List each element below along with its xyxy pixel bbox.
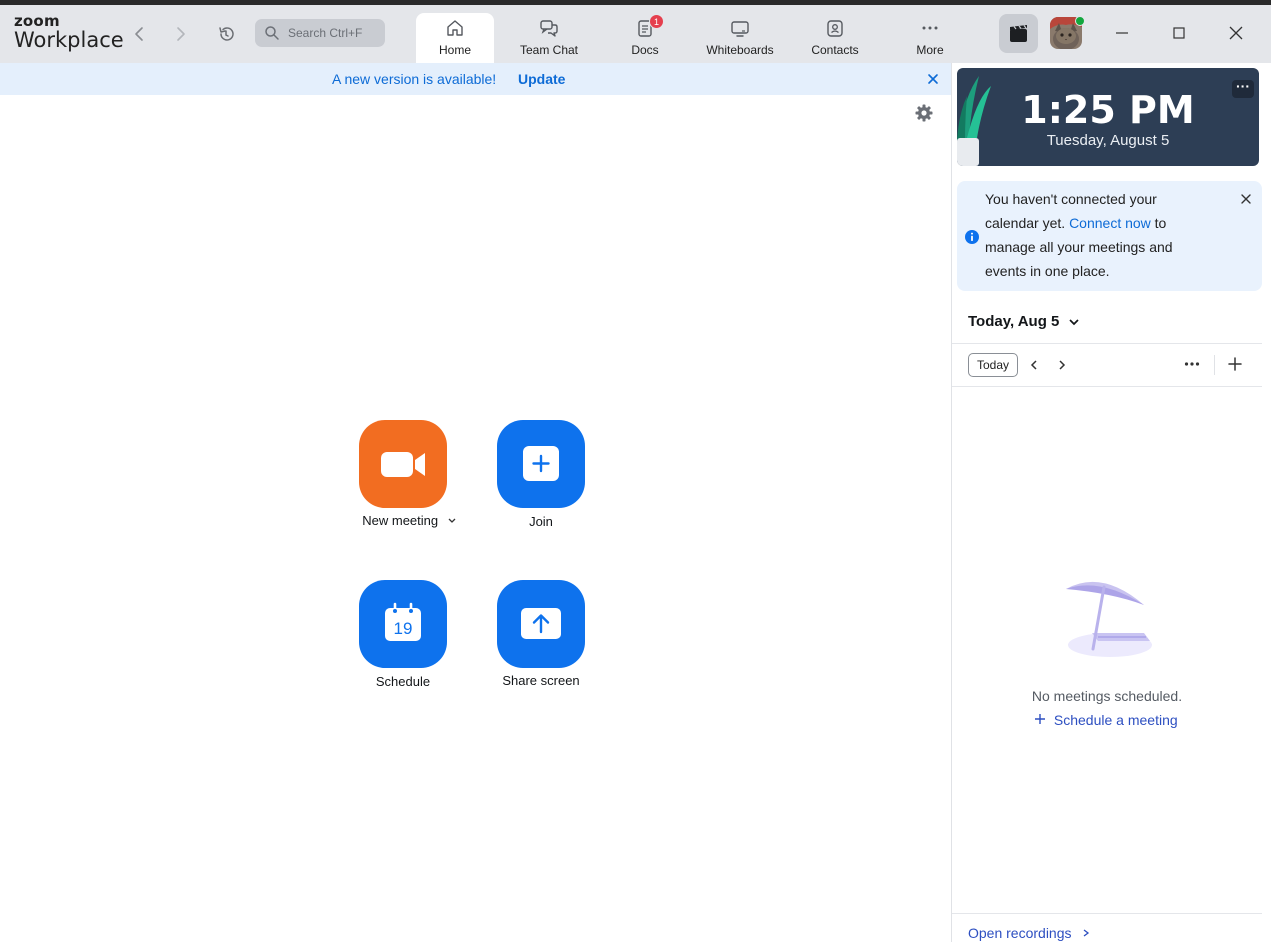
whiteboard-icon [731,21,749,37]
calendar-icon: 19 [385,602,421,641]
schedule-meeting-link[interactable]: Schedule a meeting [1034,712,1178,728]
logo-top-text: zoom [14,12,60,30]
divider [952,386,1262,387]
tab-whiteboards-label: Whiteboards [706,43,774,57]
tab-contacts[interactable]: Contacts [796,13,874,63]
tab-whiteboards[interactable]: Whiteboards [701,13,779,63]
share-screen-label: Share screen [502,673,580,688]
divider [1214,355,1215,375]
close-window-icon[interactable] [1228,25,1244,41]
update-link[interactable]: Update [518,71,565,87]
clapperboard-icon [1010,25,1027,42]
clock-date: Tuesday, August 5 [1046,132,1170,149]
no-meetings-text: No meetings scheduled. [1031,688,1183,704]
clock-time: 1:25 PM [1021,88,1195,132]
share-upload-icon [521,608,561,639]
plus-icon [523,446,559,481]
open-recordings-link[interactable]: Open recordings [968,925,1091,941]
tab-contacts-label: Contacts [811,43,859,57]
chat-icon [540,20,558,37]
maximize-icon[interactable] [1171,25,1187,41]
chevron-down-icon[interactable] [447,517,457,525]
calendar-date-header: Today, Aug 5 [968,313,1060,330]
update-banner: A new version is available! Update [0,63,951,95]
search-icon [265,26,279,40]
contacts-icon [827,20,843,37]
tab-more[interactable]: More [891,13,969,63]
search-box[interactable]: Search Ctrl+F [255,19,385,47]
logo-bottom-text: Workplace [14,28,124,52]
new-meeting-button[interactable] [359,420,447,508]
beach-umbrella-illustration [1066,581,1152,657]
new-meeting-text: New meeting [362,513,439,528]
open-recordings-text: Open recordings [968,925,1072,941]
plus-icon [1035,714,1045,724]
forward-arrow-icon[interactable] [171,25,189,43]
notice-close-icon[interactable] [1240,193,1252,205]
zoom-workplace-logo: zoom Workplace [14,14,124,51]
more-icon [922,26,938,30]
tab-home[interactable]: Home [416,13,494,63]
tab-more-label: More [916,43,944,57]
settings-gear-icon[interactable] [914,103,934,123]
calendar-connect-notice: You haven't connected your calendar yet.… [957,181,1262,291]
tab-docs-label: Docs [631,43,659,57]
history-icon[interactable] [217,25,235,43]
docs-badge: 1 [649,14,665,29]
schedule-meeting-text: Schedule a meeting [1053,712,1178,728]
tab-home-label: Home [438,43,471,57]
search-placeholder: Search Ctrl+F [288,26,363,40]
update-banner-message: A new version is available! [332,71,497,87]
banner-close-icon[interactable] [926,72,940,86]
minimize-icon[interactable] [1114,25,1130,41]
tab-team-chat-label: Team Chat [519,43,579,57]
divider [952,343,1262,344]
join-label: Join [529,514,553,529]
chevron-down-icon [1068,319,1079,326]
calendar-date-selector[interactable]: Today, Aug 5 [968,313,1080,330]
clock-more-button[interactable]: ··· [1232,79,1254,98]
calendar-more-icon[interactable] [1184,359,1200,369]
join-button[interactable] [497,420,585,508]
next-day-icon[interactable] [1056,359,1068,371]
right-panel: 1:25 PM Tuesday, August 5 ··· You haven'… [951,63,1271,942]
divider [952,913,1262,914]
presence-status-dot [1075,16,1085,26]
chevron-right-icon [1084,929,1090,937]
new-meeting-label[interactable]: New meeting [352,513,467,528]
back-arrow-icon[interactable] [131,25,149,43]
home-icon [447,20,463,36]
today-button[interactable]: Today [968,353,1018,377]
add-event-icon[interactable] [1228,357,1242,371]
previous-day-icon[interactable] [1028,359,1040,371]
apps-button[interactable] [999,14,1038,53]
title-bar: zoom Workplace Search Ctrl+F Home Team C… [0,5,1271,63]
video-camera-icon [381,452,425,477]
clock-card: 1:25 PM Tuesday, August 5 ··· [957,68,1259,166]
info-icon [965,230,979,244]
schedule-label: Schedule [375,674,431,689]
schedule-button[interactable]: 19 [359,580,447,668]
calendar-day-number: 19 [394,619,413,638]
calendar-notice-text: You haven't connected your calendar yet.… [985,187,1195,283]
tab-docs[interactable]: 1 Docs [606,13,684,63]
connect-now-link[interactable]: Connect now [1069,215,1151,231]
tab-team-chat[interactable]: Team Chat [510,13,588,63]
share-screen-button[interactable] [497,580,585,668]
